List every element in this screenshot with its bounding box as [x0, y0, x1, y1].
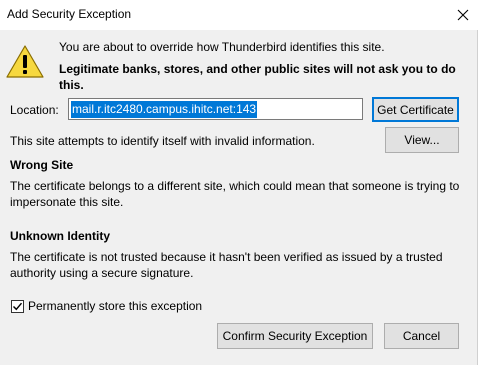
warning-icon	[6, 45, 44, 78]
wrong-site-heading: Wrong Site	[10, 158, 74, 172]
close-button[interactable]	[445, 0, 480, 30]
location-value: mail.r.itc2480.campus.ihitc.net:143	[71, 101, 258, 118]
legitimate-sites-warning: Legitimate banks, stores, and other publ…	[59, 62, 456, 92]
dialog-body: You are about to override how Thunderbir…	[0, 30, 478, 365]
confirm-security-exception-button[interactable]: Confirm Security Exception	[217, 323, 373, 349]
permanent-exception-row[interactable]: Permanently store this exception	[11, 299, 202, 313]
permanent-store-label[interactable]: Permanently store this exception	[28, 299, 202, 313]
window-title: Add Security Exception	[7, 7, 132, 21]
unknown-identity-description: The certificate is not trusted because i…	[10, 250, 443, 280]
unknown-identity-heading: Unknown Identity	[10, 229, 110, 243]
checkmark-icon	[13, 302, 23, 310]
title-bar: Add Security Exception	[0, 0, 480, 30]
get-certificate-button[interactable]: Get Certificate	[372, 97, 459, 122]
cancel-button[interactable]: Cancel	[384, 323, 459, 349]
location-label: Location:	[10, 103, 59, 117]
wrong-site-description: The certificate belongs to a different s…	[10, 179, 460, 209]
close-icon	[457, 9, 468, 21]
permanent-store-checkbox[interactable]	[11, 299, 24, 313]
location-input[interactable]: mail.r.itc2480.campus.ihitc.net:143	[68, 98, 363, 120]
view-button[interactable]: View...	[385, 127, 459, 153]
override-message: You are about to override how Thunderbir…	[59, 40, 385, 54]
invalid-identity-status: This site attempts to identify itself wi…	[10, 134, 315, 148]
